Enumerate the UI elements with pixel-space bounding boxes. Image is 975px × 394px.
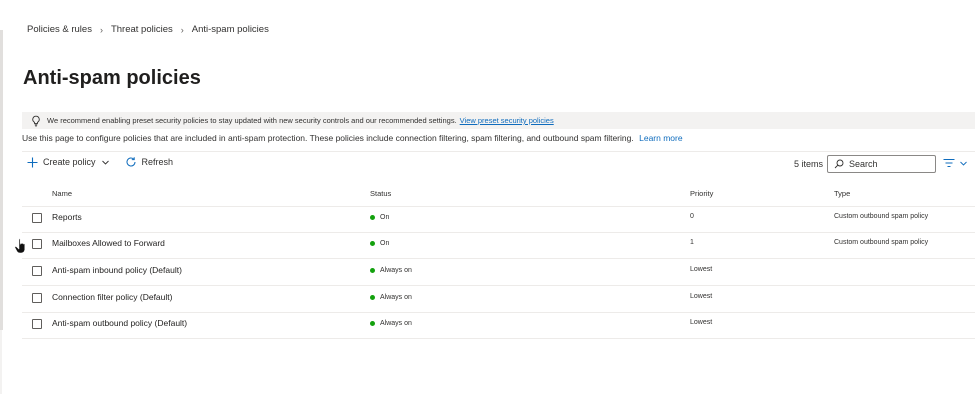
table-row[interactable]: Anti-spam outbound policy (Default) Alwa… [22, 312, 975, 338]
lightbulb-icon [30, 115, 42, 127]
row-checkbox[interactable] [32, 293, 42, 303]
create-policy-button[interactable]: Create policy [27, 157, 115, 168]
table-row[interactable]: Mailboxes Allowed to Forward On 1 Custom… [22, 232, 975, 258]
table-row[interactable]: Connection filter policy (Default) Alway… [22, 286, 975, 312]
status-dot-icon [370, 241, 375, 246]
breadcrumb-policies-rules[interactable]: Policies & rules [27, 24, 92, 35]
status-cell: On [370, 214, 389, 221]
type-cell: Custom outbound spam policy [834, 239, 929, 246]
mouse-cursor-icon [14, 238, 26, 254]
chevron-down-icon [960, 161, 967, 166]
create-policy-label: Create policy [43, 157, 96, 167]
divider [22, 151, 975, 152]
status-text: Always on [380, 320, 412, 327]
description-text: Use this page to configure policies that… [22, 133, 634, 143]
search-input[interactable] [849, 159, 929, 169]
type-cell: Custom outbound spam policy [834, 213, 929, 220]
refresh-button[interactable]: Refresh [125, 156, 174, 168]
status-cell: On [370, 240, 389, 247]
page-description: Use this page to configure policies that… [22, 133, 683, 143]
row-checkbox[interactable] [32, 213, 42, 223]
view-preset-policies-link[interactable]: View preset security policies [460, 116, 554, 125]
policy-name[interactable]: Anti-spam outbound policy (Default) [52, 318, 187, 328]
row-divider [22, 338, 975, 339]
row-checkbox[interactable] [32, 319, 42, 329]
row-checkbox[interactable] [32, 266, 42, 276]
chevron-right-icon: › [180, 24, 184, 35]
chevron-right-icon: › [99, 24, 103, 35]
status-dot-icon [370, 268, 375, 273]
recommendation-banner: We recommend enabling preset security po… [22, 112, 975, 129]
priority-cell: 0 [690, 213, 694, 220]
filter-button[interactable] [943, 158, 968, 168]
table-row[interactable]: Anti-spam inbound policy (Default) Alway… [22, 259, 975, 285]
status-dot-icon [370, 215, 375, 220]
column-header-type[interactable]: Type [834, 189, 850, 198]
status-text: On [380, 240, 390, 247]
policy-name[interactable]: Reports [52, 212, 82, 222]
page-title: Anti-spam policies [23, 67, 201, 89]
status-dot-icon [370, 295, 375, 300]
command-bar: Create policy Refresh [27, 156, 173, 168]
status-text: Always on [380, 294, 412, 301]
refresh-icon [126, 157, 136, 167]
status-cell: Always on [370, 320, 412, 327]
column-header-status[interactable]: Status [370, 189, 391, 198]
refresh-label: Refresh [141, 157, 174, 167]
status-text: Always on [380, 267, 412, 274]
left-nav-edge [0, 30, 3, 330]
column-header-priority[interactable]: Priority [690, 189, 713, 198]
status-text: On [380, 214, 390, 221]
column-header-name[interactable]: Name [52, 189, 72, 198]
policy-name[interactable]: Mailboxes Allowed to Forward [52, 238, 165, 248]
search-box[interactable] [827, 155, 936, 173]
learn-more-link[interactable]: Learn more [639, 133, 682, 143]
priority-cell: Lowest [690, 319, 713, 326]
chevron-down-icon [101, 160, 109, 165]
policy-name[interactable]: Anti-spam inbound policy (Default) [52, 265, 182, 275]
breadcrumb-threat-policies[interactable]: Threat policies [111, 24, 173, 35]
items-count: 5 items [794, 159, 824, 169]
priority-cell: 1 [690, 239, 694, 246]
plus-icon [27, 157, 38, 167]
priority-cell: Lowest [690, 266, 713, 273]
search-icon [834, 159, 844, 169]
status-dot-icon [370, 321, 375, 326]
banner-text: We recommend enabling preset security po… [47, 116, 457, 125]
status-cell: Always on [370, 294, 412, 301]
row-checkbox[interactable] [32, 239, 42, 249]
status-cell: Always on [370, 267, 412, 274]
filter-icon [943, 159, 955, 167]
breadcrumb-anti-spam-policies: Anti-spam policies [191, 24, 269, 35]
table-row[interactable]: Reports On 0 Custom outbound spam policy [22, 206, 975, 232]
left-nav-edge-lower [0, 330, 2, 394]
breadcrumb: Policies & rules › Threat policies › Ant… [27, 24, 269, 35]
priority-cell: Lowest [690, 293, 713, 300]
policy-name[interactable]: Connection filter policy (Default) [52, 292, 172, 302]
